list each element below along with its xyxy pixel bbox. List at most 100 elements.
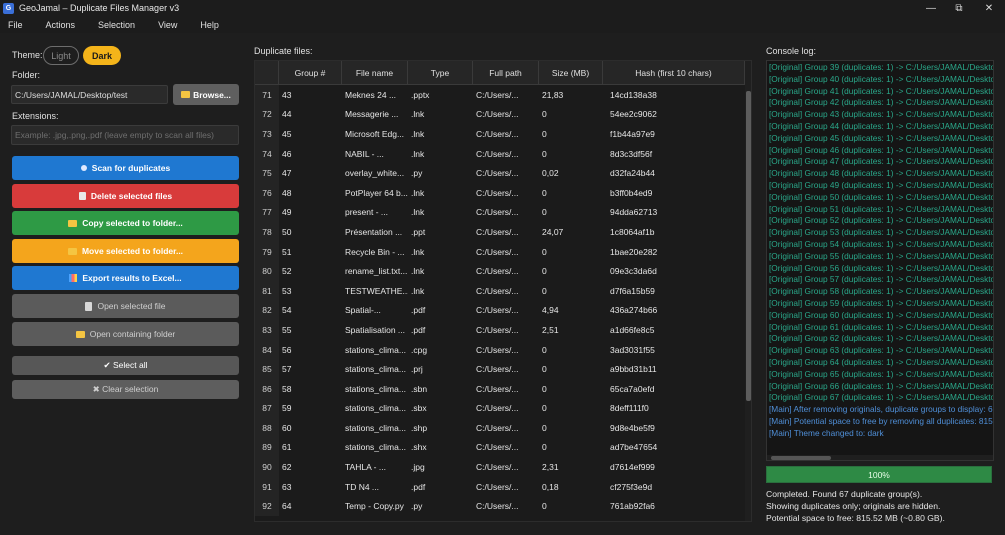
table-row[interactable]: 82 54 Spatial-... .pdf C:/Users/... 4,94 436a2… <box>255 300 745 321</box>
table-row[interactable]: 88 60 stations_clima... .shp C:/Users/... 0 9d… <box>255 418 745 438</box>
cell-group[interactable]: 56 <box>279 340 342 360</box>
cell-group[interactable]: 55 <box>279 320 342 340</box>
cell-size[interactable]: 0 <box>539 144 603 164</box>
cell-hash[interactable]: 3ad3031f55 <box>603 340 745 360</box>
cell-group[interactable]: 58 <box>279 379 342 399</box>
column-header-full-path[interactable]: Full path <box>473 61 539 85</box>
cell-type[interactable]: .shp <box>408 418 473 438</box>
row-number[interactable]: 88 <box>255 418 279 438</box>
cell-type[interactable]: .sbn <box>408 379 473 399</box>
cell-full-path[interactable]: C:/Users/... <box>473 438 539 458</box>
cell-file-name[interactable]: stations_clima... <box>342 340 408 360</box>
console-scroll-thumb[interactable] <box>771 456 831 460</box>
cell-type[interactable]: .prj <box>408 359 473 379</box>
copy-button[interactable]: Copy selected to folder... <box>12 211 239 235</box>
maximize-button[interactable]: ⧉ <box>944 0 974 16</box>
cell-group[interactable]: 50 <box>279 222 342 242</box>
table-row[interactable]: 81 53 TESTWEATHE... .lnk C:/Users/... 0 d7f6a1… <box>255 280 745 301</box>
minimize-button[interactable]: — <box>916 0 946 16</box>
row-number[interactable]: 75 <box>255 163 279 183</box>
cell-group[interactable]: 48 <box>279 183 342 203</box>
cell-full-path[interactable]: C:/Users/... <box>473 163 539 183</box>
cell-size[interactable]: 4,94 <box>539 301 603 321</box>
table-row[interactable]: 92 64 Temp - Copy.py .py C:/Users/... 0 761ab9… <box>255 496 745 517</box>
column-header-size[interactable]: Size (MB) <box>539 61 603 85</box>
cell-group[interactable]: 53 <box>279 281 342 301</box>
table-vertical-scrollbar[interactable] <box>745 61 751 521</box>
cell-hash[interactable]: d7f6a15b59 <box>603 281 745 301</box>
row-number[interactable]: 91 <box>255 476 279 497</box>
cell-hash[interactable]: 8deff111f0 <box>603 399 745 419</box>
cell-hash[interactable]: b3ff0b4ed9 <box>603 183 745 203</box>
cell-file-name[interactable]: Temp - Copy.py <box>342 496 408 516</box>
column-header-hash[interactable]: Hash (first 10 chars) <box>603 61 745 85</box>
cell-size[interactable]: 0 <box>539 203 603 223</box>
row-number[interactable]: 83 <box>255 320 279 340</box>
table-row[interactable]: 83 55 Spatialisation ... .pdf C:/Users/... 2,… <box>255 320 745 340</box>
table-row[interactable]: 91 63 TD N4 ... .pdf C:/Users/... 0,18 cf275f3… <box>255 476 745 497</box>
menu-selection[interactable]: Selection <box>98 20 135 30</box>
table-row[interactable]: 76 48 PotPlayer 64 b... .lnk C:/Users/... 0 b3… <box>255 182 745 203</box>
cell-type[interactable]: .pdf <box>408 301 473 321</box>
console-horizontal-scrollbar[interactable] <box>767 455 993 460</box>
cell-group[interactable]: 54 <box>279 301 342 321</box>
cell-hash[interactable]: 54ee2c9062 <box>603 105 745 125</box>
cell-type[interactable]: .pptx <box>408 85 473 105</box>
cell-full-path[interactable]: C:/Users/... <box>473 399 539 419</box>
column-header-group[interactable]: Group # <box>279 61 342 85</box>
cell-file-name[interactable]: stations_clima... <box>342 438 408 458</box>
table-row[interactable]: 78 50 Présentation ... .ppt C:/Users/... 24,0… <box>255 222 745 242</box>
table-row[interactable]: 87 59 stations_clima... .sbx C:/Users/... 0 8d… <box>255 398 745 419</box>
cell-size[interactable]: 0,18 <box>539 477 603 497</box>
cell-type[interactable]: .lnk <box>408 105 473 125</box>
cell-file-name[interactable]: stations_clima... <box>342 379 408 399</box>
cell-full-path[interactable]: C:/Users/... <box>473 301 539 321</box>
table-row[interactable]: 84 56 stations_clima... .cpg C:/Users/... 0 3a… <box>255 339 745 360</box>
cell-size[interactable]: 0 <box>539 242 603 262</box>
extensions-field[interactable]: Example: .jpg,.png,.pdf (leave empty to … <box>11 125 239 145</box>
clear-selection-button[interactable]: ✖ Clear selection <box>12 380 239 399</box>
table-row[interactable]: 77 49 present - ... .lnk C:/Users/... 0 94dda6… <box>255 202 745 223</box>
cell-size[interactable]: 0,02 <box>539 163 603 183</box>
folder-path-field[interactable]: C:/Users/JAMAL/Desktop/test <box>11 85 168 104</box>
select-all-button[interactable]: ✔ Select all <box>12 356 239 375</box>
cell-full-path[interactable]: C:/Users/... <box>473 457 539 477</box>
menu-help[interactable]: Help <box>200 20 219 30</box>
cell-type[interactable]: .ppt <box>408 222 473 242</box>
corner-header[interactable] <box>255 61 279 85</box>
cell-full-path[interactable]: C:/Users/... <box>473 496 539 516</box>
cell-type[interactable]: .jpg <box>408 457 473 477</box>
row-number[interactable]: 81 <box>255 280 279 301</box>
cell-group[interactable]: 57 <box>279 359 342 379</box>
row-number[interactable]: 76 <box>255 182 279 203</box>
cell-file-name[interactable]: Microsoft Edg... <box>342 124 408 144</box>
cell-size[interactable]: 0 <box>539 379 603 399</box>
row-number[interactable]: 73 <box>255 124 279 144</box>
cell-group[interactable]: 62 <box>279 457 342 477</box>
table-row[interactable]: 79 51 Recycle Bin - ... .lnk C:/Users/... 0 1b… <box>255 241 745 262</box>
cell-file-name[interactable]: Présentation ... <box>342 222 408 242</box>
row-number[interactable]: 87 <box>255 398 279 419</box>
cell-full-path[interactable]: C:/Users/... <box>473 222 539 242</box>
cell-type[interactable]: .pdf <box>408 477 473 497</box>
column-header-file-name[interactable]: File name <box>342 61 408 85</box>
cell-file-name[interactable]: Spatialisation ... <box>342 320 408 340</box>
cell-group[interactable]: 47 <box>279 163 342 183</box>
cell-type[interactable]: .lnk <box>408 183 473 203</box>
cell-size[interactable]: 0 <box>539 340 603 360</box>
row-number[interactable]: 86 <box>255 378 279 399</box>
cell-file-name[interactable]: Messagerie ... <box>342 105 408 125</box>
cell-type[interactable]: .pdf <box>408 320 473 340</box>
cell-type[interactable]: .lnk <box>408 124 473 144</box>
cell-full-path[interactable]: C:/Users/... <box>473 281 539 301</box>
cell-hash[interactable]: 761ab92fa6 <box>603 496 745 516</box>
cell-type[interactable]: .lnk <box>408 144 473 164</box>
cell-file-name[interactable]: TESTWEATHE... <box>342 281 408 301</box>
cell-group[interactable]: 52 <box>279 261 342 281</box>
menu-file[interactable]: File <box>8 20 23 30</box>
cell-size[interactable]: 0 <box>539 261 603 281</box>
table-row[interactable]: 72 44 Messagerie ... .lnk C:/Users/... 0 54ee2… <box>255 104 745 125</box>
cell-group[interactable]: 51 <box>279 242 342 262</box>
theme-dark-toggle[interactable]: Dark <box>83 46 121 65</box>
console-log[interactable]: [Original] Group 39 (duplicates: 1) -> C… <box>766 60 994 461</box>
